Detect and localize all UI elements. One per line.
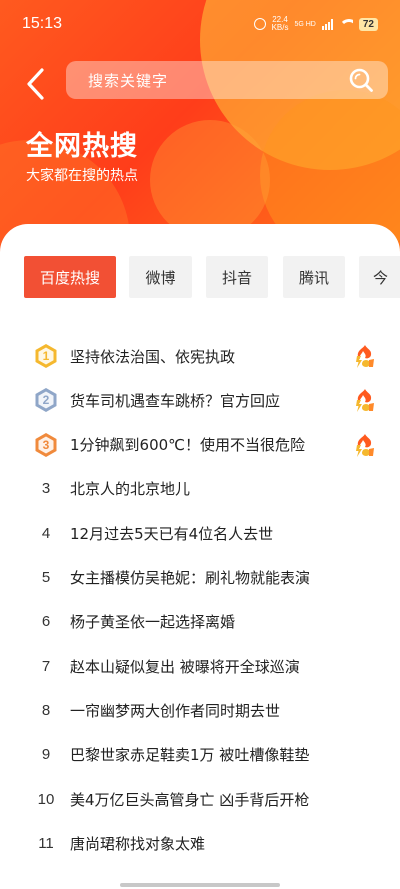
rank-badge: 1 (33, 343, 59, 369)
page-title: 全网热搜 (26, 131, 138, 162)
hot-flame-icon (352, 432, 376, 458)
source-tabs: 百度热搜 微博 抖音 腾讯 今 (0, 256, 400, 300)
rank-badge: 11 (33, 830, 59, 856)
list-item[interactable]: 6 杨子黄圣依一起选择离婚 (0, 600, 400, 644)
list-item[interactable]: 3 1分钟飙到600℃！使用不当很危险 (0, 423, 400, 467)
rank-badge: 7 (33, 653, 59, 679)
search-icon[interactable] (348, 67, 374, 93)
list-item-title: 女主播模仿吴艳妮：刷礼物就能表演 (70, 569, 311, 587)
list-item-title: 北京人的北京地儿 (70, 480, 191, 499)
rank-badge: 3 (33, 476, 59, 502)
rank-badge: 6 (33, 609, 59, 635)
battery-level: 72 (358, 17, 378, 31)
rank-number: 10 (37, 790, 55, 808)
rank-number: 11 (38, 834, 54, 852)
list-item[interactable]: 7 赵本山疑似复出 被曝将开全球巡演 (0, 644, 400, 688)
main-content: 百度热搜 微博 抖音 腾讯 今 1 坚持依法治国、依宪执政 2 货车司机遇查车跳桥？官… (0, 224, 400, 889)
home-indicator (120, 883, 280, 887)
list-item[interactable]: 1 坚持依法治国、依宪执政 (0, 334, 400, 378)
rank-number: 7 (41, 657, 51, 675)
list-item-title: 巴黎世家赤足鞋卖1万 被吐槽像鞋垫 (70, 746, 310, 765)
net-speed: 22.4 KB/s (272, 16, 289, 32)
rank-number: 5 (41, 569, 51, 586)
tab-more[interactable]: 今 (359, 256, 400, 298)
signal-icon (321, 18, 333, 30)
rank-number: 8 (41, 701, 51, 719)
net-speed-unit: KB/s (271, 23, 289, 32)
rank-number: 4 (41, 524, 51, 542)
chevron-left-icon (27, 68, 44, 100)
tab-baidu[interactable]: 百度热搜 (24, 256, 116, 298)
list-item[interactable]: 2 货车司机遇查车跳桥？官方回应 (0, 378, 400, 422)
header-banner: 15:13 22.4 KB/s 5G HD 72 搜索关键字 全网热搜 大家都在… (0, 0, 400, 260)
back-button[interactable] (18, 64, 52, 104)
status-icons: 22.4 KB/s 5G HD 72 (253, 16, 378, 32)
list-item[interactable]: 4 12月过去5天已有4位名人去世 (0, 511, 400, 555)
rank-number: 9 (41, 746, 51, 764)
tab-label: 微博 (145, 268, 176, 287)
rank-badge: 2 (33, 387, 59, 413)
alarm-icon (253, 18, 266, 30)
list-item-title: 唐尚珺称找对象太难 (70, 834, 206, 853)
rank-badge: 9 (33, 742, 59, 768)
list-item[interactable]: 9 巴黎世家赤足鞋卖1万 被吐槽像鞋垫 (0, 733, 400, 777)
rank-number: 3 (41, 480, 51, 498)
list-item[interactable]: 3 北京人的北京地儿 (0, 467, 400, 511)
list-item-title: 坚持依法治国、依宪执政 (70, 347, 236, 366)
list-item-title: 1分钟飙到600℃！使用不当很危险 (70, 436, 306, 455)
tab-label: 抖音 (221, 268, 252, 287)
tab-label: 百度热搜 (39, 268, 100, 287)
list-item-title: 杨子黄圣依一起选择离婚 (70, 613, 236, 632)
list-item[interactable]: 5 女主播模仿吴艳妮：刷礼物就能表演 (0, 556, 400, 600)
tab-label: 今 (373, 268, 389, 287)
tab-label: 腾讯 (298, 268, 329, 287)
rank-medal-icon: 1 (34, 343, 58, 369)
search-input[interactable]: 搜索关键字 (66, 61, 388, 99)
banner-decoration (150, 120, 270, 240)
wifi-icon (338, 19, 353, 29)
rank-number: 3 (42, 437, 50, 452)
list-item-title: 赵本山疑似复出 被曝将开全球巡演 (70, 657, 300, 676)
list-item-title: 12月过去5天已有4位名人去世 (70, 524, 274, 543)
rank-medal-icon: 2 (34, 387, 58, 413)
list-item[interactable]: 10 美4万亿巨头高管身亡 凶手背后开枪 (0, 777, 400, 821)
list-item-title: 美4万亿巨头高管身亡 凶手背后开枪 (70, 790, 310, 809)
list-item[interactable]: 11 唐尚珺称找对象太难 (0, 821, 400, 865)
status-time: 15:13 (22, 15, 63, 32)
hot-flame-icon (352, 343, 376, 369)
rank-badge: 10 (33, 786, 59, 812)
status-bar: 15:13 22.4 KB/s 5G HD 72 (0, 0, 400, 48)
rank-badge: 4 (33, 520, 59, 546)
rank-number: 2 (42, 393, 50, 408)
list-item-title: 货车司机遇查车跳桥？官方回应 (70, 391, 281, 410)
network-type-label: 5G HD (294, 20, 316, 28)
rank-badge: 3 (33, 432, 59, 458)
list-item-title: 一帘幽梦两大创作者同时期去世 (70, 701, 281, 720)
tab-weibo[interactable]: 微博 (129, 256, 192, 298)
rank-medal-icon: 3 (34, 432, 58, 458)
hot-flame-icon (352, 387, 376, 413)
rank-badge: 5 (33, 565, 59, 591)
tab-douyin[interactable]: 抖音 (206, 256, 268, 298)
tab-tencent[interactable]: 腾讯 (283, 256, 345, 298)
search-placeholder: 搜索关键字 (88, 71, 169, 90)
list-item[interactable]: 8 一帘幽梦两大创作者同时期去世 (0, 688, 400, 732)
rank-number: 1 (42, 349, 50, 363)
rank-number: 6 (41, 613, 51, 631)
page-subtitle: 大家都在搜的热点 (26, 168, 138, 184)
rank-badge: 8 (33, 697, 59, 723)
